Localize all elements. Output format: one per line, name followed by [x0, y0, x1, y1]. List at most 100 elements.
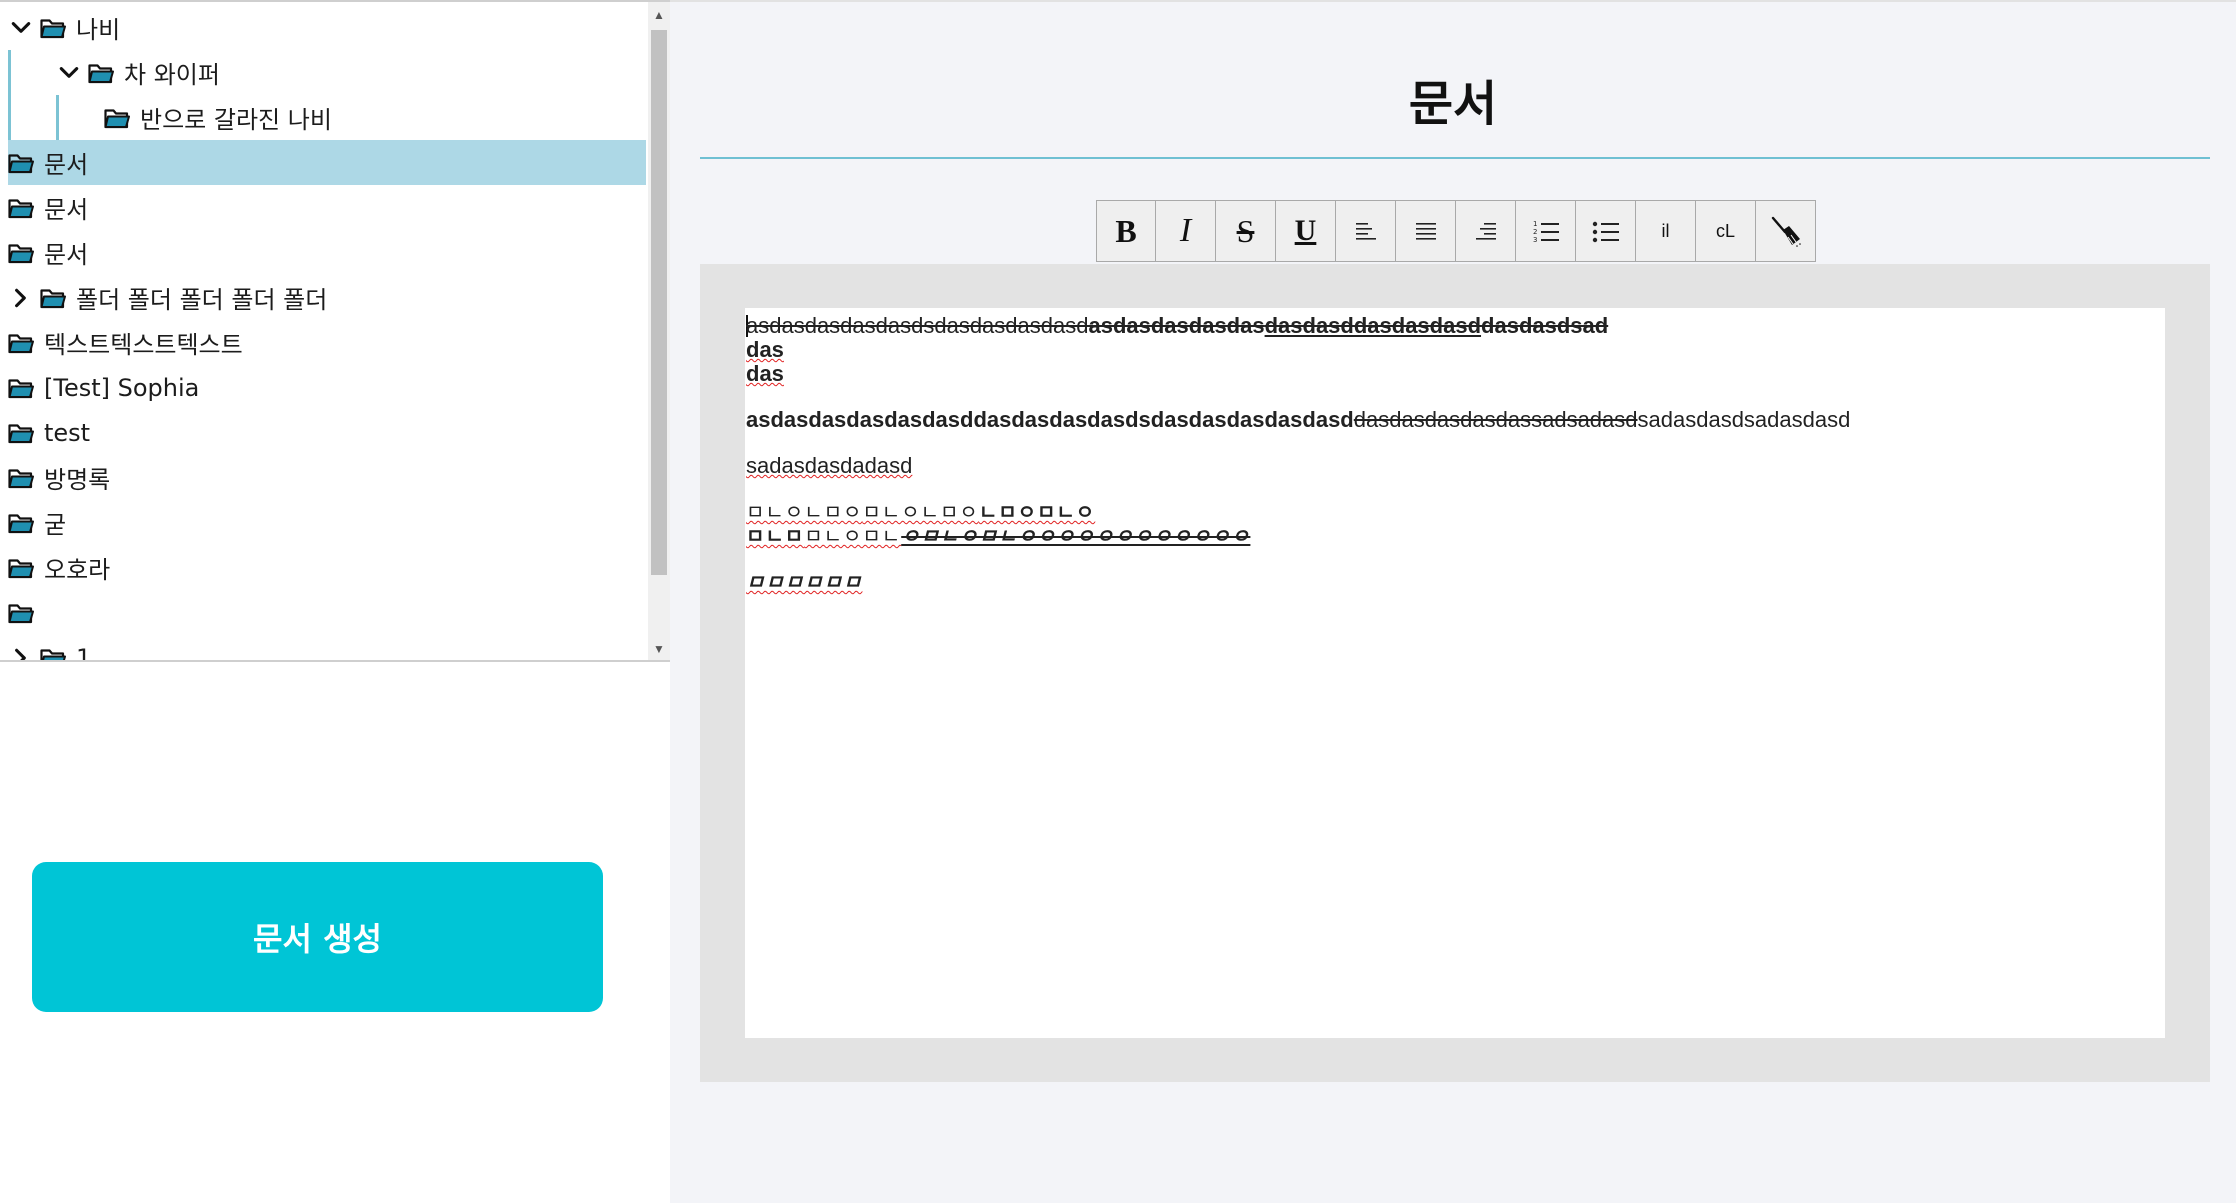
tree-item[interactable]: 문서 — [8, 140, 646, 185]
tree-item[interactable]: 텍스트텍스트텍스트 — [8, 320, 646, 365]
folder-icon — [8, 152, 34, 174]
plain-text: ㅁㄴㅇㅁㄴ — [804, 524, 902, 548]
tree-item[interactable]: 폴더 폴더 폴더 폴더 폴더 — [8, 275, 646, 320]
bold-text: das — [746, 361, 784, 386]
bullet-list-button[interactable] — [1576, 200, 1636, 262]
italic-icon: I — [1179, 212, 1192, 249]
tree-item[interactable]: [Test] Sophia — [8, 365, 646, 410]
editor-line-5: sadasdasdadasd — [746, 454, 2165, 478]
tree-item-label: 차 와이퍼 — [124, 61, 220, 89]
align-right-icon — [1475, 223, 1496, 240]
tree-item[interactable]: 문서 — [8, 230, 646, 275]
folder-icon — [8, 467, 34, 489]
folder-icon — [8, 557, 34, 579]
folder-icon — [8, 197, 34, 219]
editor-line-6: ㅁㄴㅇㄴㅁㅇㅁㄴㅇㄴㅁㅇㄴㅁㅇㅁㄴㅇ — [746, 500, 2165, 524]
tree-guide-line — [8, 50, 11, 140]
tree-item-label: 텍스트텍스트텍스트 — [44, 331, 243, 359]
tree-item-label: test — [44, 418, 91, 447]
align-right-button[interactable] — [1456, 200, 1516, 262]
bold-italic-strikethrough-text: ㅁㅁㅁㅁㅁㅁ — [746, 570, 863, 594]
document-tree-panel: 나비 차 와이퍼 반으로 갈라진 나비 문서 문서 문서 폴더 폴더 폴더 폴더 폴더 텍스트… — [0, 0, 670, 662]
bold-text: ㅁㄴㅁ — [746, 524, 805, 548]
folder-icon — [40, 17, 66, 39]
chevron-down-icon[interactable] — [56, 60, 82, 86]
tree-scrollbar[interactable]: ▲ ▼ — [648, 2, 670, 660]
tree-item-label: 나비 — [76, 16, 121, 44]
tree-item-label: [Test] Sophia — [44, 373, 200, 402]
bold-text: das — [746, 337, 784, 362]
tree-item[interactable]: 차 와이퍼 — [8, 50, 646, 95]
scroll-up-arrow-icon[interactable]: ▲ — [648, 2, 670, 28]
tree-item[interactable] — [8, 590, 646, 635]
tree-item[interactable]: 방명록 — [8, 455, 646, 500]
create-document-button[interactable]: 문서 생성 — [32, 862, 603, 1012]
tree-item-label: 오호라 — [44, 556, 111, 584]
document-view: 문서 B I S U 1 2 3 il cL asdasdasdasdasdsd… — [670, 0, 2236, 1203]
underline-icon: U — [1294, 214, 1317, 247]
ordered-list-icon: 1 2 3 — [1533, 220, 1559, 243]
tree-item[interactable]: 문서 — [8, 185, 646, 230]
align-center-button[interactable] — [1396, 200, 1456, 262]
tree-item-label: 1 — [76, 643, 92, 662]
title-divider — [700, 157, 2210, 159]
ordered-list-button[interactable]: 1 2 3 — [1516, 200, 1576, 262]
chevron-down-icon[interactable] — [8, 15, 34, 41]
editor-toolbar: B I S U 1 2 3 il cL — [1096, 200, 1816, 262]
folder-icon — [40, 647, 66, 660]
code-block-button[interactable]: cL — [1696, 200, 1756, 262]
tree-item-label: 방명록 — [44, 466, 111, 494]
bold-text: ㄴㅁㅇㅁㄴㅇ — [978, 500, 1096, 524]
bold-strikethrough-text: asdasdasdasdas — [1088, 313, 1265, 338]
svg-text:3: 3 — [1533, 236, 1537, 243]
tree-item[interactable]: 굳 — [8, 500, 646, 545]
chevron-right-icon[interactable] — [8, 285, 34, 311]
tree-item[interactable]: 반으로 갈라진 나비 — [8, 95, 646, 140]
align-center-icon — [1415, 223, 1436, 240]
strikethrough-text: dasdasdasdasdassadsadasd — [1353, 407, 1638, 432]
scroll-thumb[interactable] — [651, 30, 667, 575]
inline-code-label: il — [1661, 220, 1670, 241]
svg-text:2: 2 — [1533, 228, 1537, 236]
bold-italic-underline-strikethrough-text: ㅇㅁㄴㅇㅁㄴㅇㅇㅇㅇㅇㅇㅇㅇㅇㅇㅇㅇ — [901, 524, 1251, 548]
broom-icon — [1771, 216, 1801, 247]
editor-line-2: das — [746, 338, 2165, 362]
bold-underline-strikethrough-text: dasdasddasdasdasd — [1264, 313, 1482, 338]
italic-button[interactable]: I — [1156, 200, 1216, 262]
chevron-right-icon[interactable] — [8, 645, 34, 660]
bold-icon: B — [1115, 212, 1137, 249]
clear-format-button[interactable] — [1756, 200, 1816, 262]
tree-item[interactable]: 1 — [8, 635, 646, 662]
tree-item[interactable]: test — [8, 410, 646, 455]
folder-icon — [8, 377, 34, 399]
bold-strikethrough-text: dasdasdsad — [1481, 313, 1609, 338]
tree-item[interactable]: 나비 — [8, 5, 646, 50]
scroll-down-arrow-icon[interactable]: ▼ — [648, 636, 670, 660]
bold-button[interactable]: B — [1096, 200, 1156, 262]
tree-item-label: 폴더 폴더 폴더 폴더 폴더 — [76, 286, 328, 314]
inline-code-button[interactable]: il — [1636, 200, 1696, 262]
folder-icon — [8, 332, 34, 354]
editor-line-7: ㅁㄴㅁㅁㄴㅇㅁㄴㅇㅁㄴㅇㅁㄴㅇㅇㅇㅇㅇㅇㅇㅇㅇㅇㅇㅇ — [746, 524, 2165, 548]
strikethrough-icon: S — [1236, 212, 1255, 249]
document-editor[interactable]: asdasdasdasdasdsdasdasdasdasdasdasdasdas… — [745, 308, 2165, 1038]
tree-item-label: 반으로 갈라진 나비 — [140, 106, 332, 134]
tree-guide-line — [56, 95, 59, 140]
svg-text:1: 1 — [1533, 220, 1537, 228]
underline-button[interactable]: U — [1276, 200, 1336, 262]
tree-item-label: 문서 — [44, 196, 89, 224]
folder-icon — [88, 62, 114, 84]
tree-item[interactable]: 오호라 — [8, 545, 646, 590]
folder-icon — [40, 287, 66, 309]
page-title[interactable]: 문서 — [670, 64, 2236, 134]
bold-text: asdasdasdasdasdasddasdasdasdasdsdasdasda… — [746, 407, 1354, 432]
tree-item-label: 문서 — [44, 151, 89, 179]
editor-line-8: ㅁㅁㅁㅁㅁㅁ — [746, 570, 2165, 594]
align-left-button[interactable] — [1336, 200, 1396, 262]
strikethrough-text: asdasdasdasdasdsdasdasdasdasd — [746, 313, 1089, 338]
strikethrough-button[interactable]: S — [1216, 200, 1276, 262]
plain-text: ㅁㄴㅇㄴㅁㅇ — [862, 500, 979, 524]
tree-item-label: 문서 — [44, 241, 89, 269]
code-block-label: cL — [1715, 220, 1735, 241]
document-tree: 나비 차 와이퍼 반으로 갈라진 나비 문서 문서 문서 폴더 폴더 폴더 폴더 폴더 텍스트… — [0, 2, 648, 662]
